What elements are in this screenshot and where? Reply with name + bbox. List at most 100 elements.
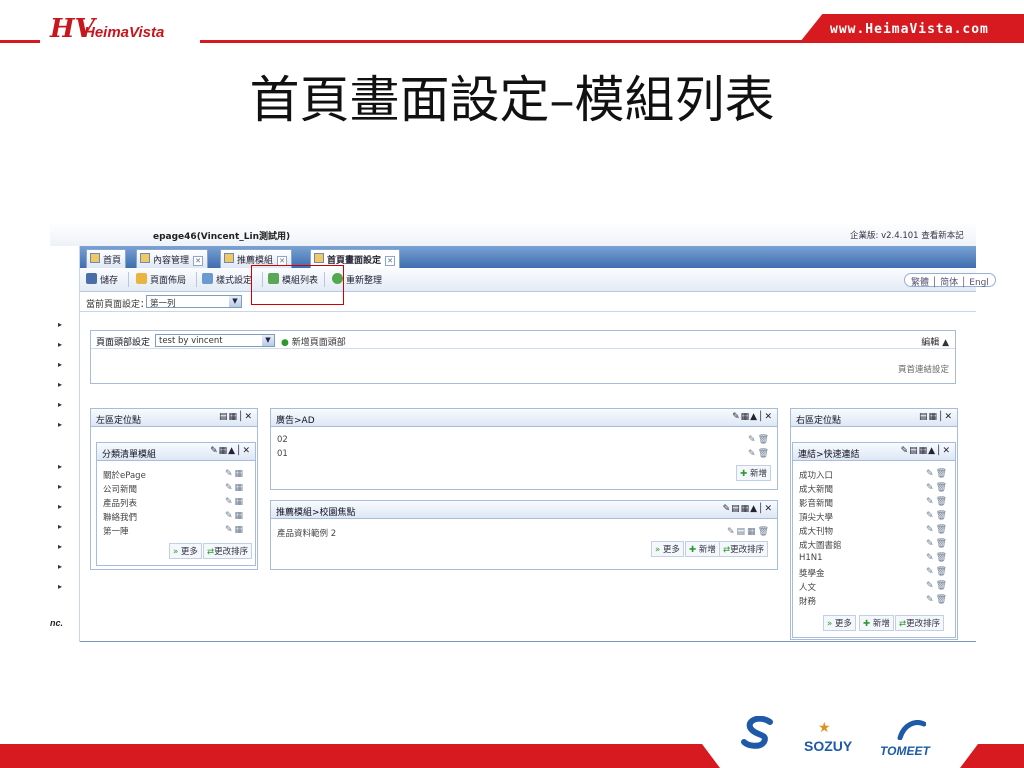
layout-button[interactable]: 頁面佈局 (136, 273, 186, 286)
sort-button[interactable]: ⇄更改排序 (203, 543, 253, 559)
edit-delete-icon[interactable]: ✎🗑 (926, 511, 949, 521)
edit-delete-icon[interactable]: ✎🗑 (926, 581, 949, 591)
tab-home[interactable]: 首頁 (86, 249, 127, 268)
quick-links-title: 連結>快速連結 (798, 450, 860, 460)
site-name: epage46(Vincent_Lin測試用) (153, 232, 291, 242)
rail-arrow-icon[interactable]: ▸ (58, 462, 62, 471)
add-header-link[interactable]: ● 新增頁面頭部 (281, 335, 346, 348)
close-icon[interactable]: ✕ (385, 256, 396, 266)
category-list-module: 分類清單模組 ✎▦▲│✕ 關於ePage 公司新聞 產品列表 聯絡我們 第一陣 … (96, 442, 256, 566)
rail-arrow-icon[interactable]: ▸ (58, 420, 62, 429)
ad-module-header: 廣告>AD ✎▦▲│✕ (271, 409, 777, 427)
page-header-panel: 頁面頭部設定 test by vincent ▼ ● 新增頁面頭部 編輯 ▲ 頁首… (90, 330, 956, 384)
list-item[interactable]: 第一陣 (103, 525, 129, 537)
list-item[interactable]: 頂尖大學 (799, 511, 833, 523)
module-controls-icon[interactable]: ✎▤▦▲│✕ (901, 446, 951, 456)
rail-arrow-icon[interactable]: ▸ (58, 502, 62, 511)
list-item[interactable]: 產品資料範例 2 (277, 527, 336, 539)
more-button[interactable]: » 更多 (823, 615, 856, 631)
list-item[interactable]: 產品列表 (103, 497, 137, 509)
app-topbar: epage46(Vincent_Lin測試用) 企業版: v2.4.101 查看… (50, 222, 976, 246)
sort-button[interactable]: ⇄更改排序 (719, 541, 769, 557)
edit-icon[interactable]: ✎▦ (225, 525, 245, 535)
edit-icon[interactable]: ✎▦ (225, 469, 245, 479)
edit-button[interactable]: 編輯 ▲ (921, 335, 949, 348)
list-item[interactable]: 02 (277, 435, 288, 445)
edit-delete-icon[interactable]: ✎🗑 (748, 435, 771, 445)
save-button[interactable]: 儲存 (86, 273, 118, 286)
list-item[interactable]: 財務 (799, 595, 816, 607)
rail-arrow-icon[interactable]: ▸ (58, 542, 62, 551)
home-icon (90, 253, 100, 263)
edit-icon[interactable]: ✎▦ (225, 511, 245, 521)
zone-controls-icon[interactable]: ▤▦│✕ (219, 412, 253, 422)
zone-controls-icon[interactable]: ▤▦│✕ (919, 412, 953, 422)
slide-title: 首頁畫面設定–模組列表 (249, 71, 775, 129)
list-item[interactable]: 公司新聞 (103, 483, 137, 495)
toolbar-separator (128, 272, 129, 287)
more-button[interactable]: » 更多 (651, 541, 684, 557)
page-setting-row: 當前頁面設定： 第一列 ▼ (80, 292, 976, 312)
version-info: 企業版: v2.4.101 查看新本記 (850, 231, 964, 241)
list-item[interactable]: 成大刊物 (799, 525, 833, 537)
language-switch[interactable]: 繁體 │ 简体 │ Engl (904, 273, 996, 288)
rail-arrow-icon[interactable]: ▸ (58, 380, 62, 389)
style-settings-button[interactable]: 樣式設定 (202, 273, 252, 286)
rail-arrow-icon[interactable]: ▸ (58, 360, 62, 369)
edit-delete-icon[interactable]: ✎▤▦🗑 (727, 527, 771, 537)
rail-text: nc. (50, 618, 64, 628)
edit-delete-icon[interactable]: ✎🗑 (926, 469, 949, 479)
edit-delete-icon[interactable]: ✎🗑 (926, 567, 949, 577)
rail-arrow-icon[interactable]: ▸ (58, 400, 62, 409)
list-item[interactable]: 關於ePage (103, 469, 146, 481)
list-item[interactable]: 獎學金 (799, 567, 825, 579)
edit-delete-icon[interactable]: ✎🗑 (926, 553, 949, 563)
rail-arrow-icon[interactable]: ▸ (58, 562, 62, 571)
rail-arrow-icon[interactable]: ▸ (58, 320, 62, 329)
module-controls-icon[interactable]: ✎▦▲│✕ (210, 446, 251, 456)
site-url: www.HeimaVista.com (830, 22, 989, 37)
chevron-down-icon: ▼ (262, 335, 274, 346)
list-item[interactable]: 聯絡我們 (103, 511, 137, 523)
sort-button[interactable]: ⇄更改排序 (895, 615, 945, 631)
add-button[interactable]: ✚ 新增 (859, 615, 894, 631)
edit-delete-icon[interactable]: ✎🗑 (926, 525, 949, 535)
list-item[interactable]: 01 (277, 449, 288, 459)
list-item[interactable]: 影音新聞 (799, 497, 833, 509)
left-zone-title: 左區定位點 (96, 416, 142, 426)
edit-icon[interactable]: ✎▦ (225, 497, 245, 507)
more-button[interactable]: » 更多 (169, 543, 202, 559)
edit-icon[interactable]: ✎▦ (225, 483, 245, 493)
layout-icon (136, 273, 147, 284)
add-button[interactable]: ✚ 新增 (736, 465, 771, 481)
page-header-select[interactable]: test by vincent ▼ (155, 334, 275, 347)
list-item[interactable]: 成大圖書館 (799, 539, 842, 551)
module-controls-icon[interactable]: ✎▤▦▲│✕ (723, 504, 773, 514)
company-logo-s (740, 715, 776, 750)
header-link-setting[interactable]: 頁首連結設定 (898, 363, 949, 375)
edit-delete-icon[interactable]: ✎🗑 (926, 483, 949, 493)
edit-delete-icon[interactable]: ✎🗑 (748, 449, 771, 459)
list-item[interactable]: H1N1 (799, 553, 823, 563)
edit-delete-icon[interactable]: ✎🗑 (926, 595, 949, 605)
tab-content[interactable]: 內容管理 ✕ (136, 249, 209, 268)
edit-delete-icon[interactable]: ✎🗑 (926, 497, 949, 507)
rail-arrow-icon[interactable]: ▸ (58, 582, 62, 591)
document-icon (140, 253, 150, 263)
rail-arrow-icon[interactable]: ▸ (58, 340, 62, 349)
edit-delete-icon[interactable]: ✎🗑 (926, 539, 949, 549)
close-icon[interactable]: ✕ (193, 256, 204, 266)
quick-links-module: 連結>快速連結 ✎▤▦▲│✕ 成功入口 成大新聞 影音新聞 頂尖大學 成大刊物 … (792, 442, 956, 638)
right-zone-header: 右區定位點 ▤▦│✕ (791, 409, 957, 427)
list-item[interactable]: 成大新聞 (799, 483, 833, 495)
module-controls-icon[interactable]: ✎▦▲│✕ (732, 412, 773, 422)
list-item[interactable]: 人文 (799, 581, 816, 593)
rail-arrow-icon[interactable]: ▸ (58, 522, 62, 531)
add-button[interactable]: ✚ 新增 (685, 541, 720, 557)
rail-arrow-icon[interactable]: ▸ (58, 482, 62, 491)
page-setting-select[interactable]: 第一列 ▼ (146, 295, 242, 309)
logo-text: HeimaVista (84, 24, 165, 41)
page-header-label: 頁面頭部設定 (96, 338, 151, 348)
list-item[interactable]: 成功入口 (799, 469, 833, 481)
document-icon (224, 253, 234, 263)
